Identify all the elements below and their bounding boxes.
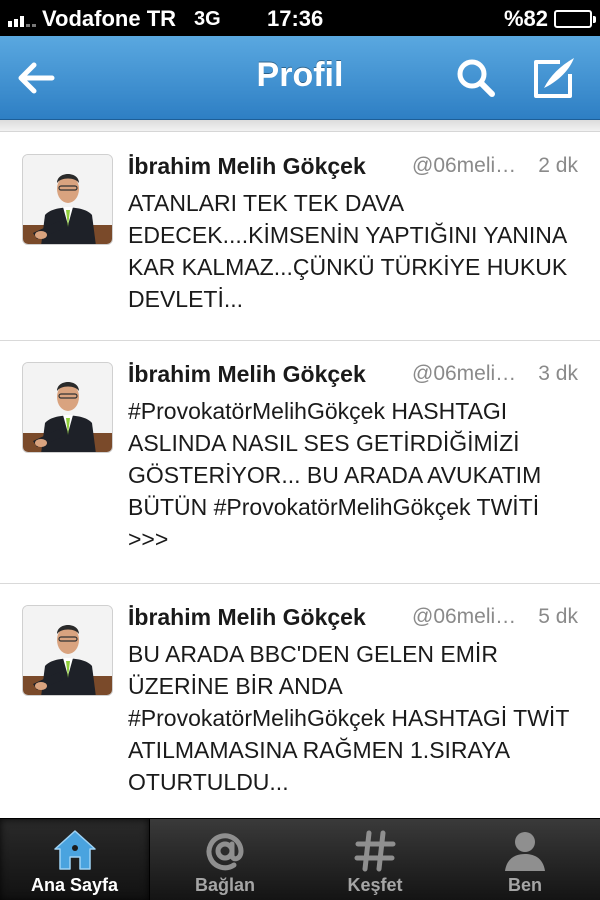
tweet-header: İbrahim Melih Gökçek @06meli… 3 dk <box>128 361 578 391</box>
author-name[interactable]: İbrahim Melih Gökçek <box>128 153 366 180</box>
tweet-header: İbrahim Melih Gökçek @06meli… 5 dk <box>128 604 578 634</box>
tab-discover[interactable]: Keşfet <box>300 819 450 900</box>
tweet-item[interactable]: İbrahim Melih Gökçek @06meli… 5 dk BU AR… <box>0 584 600 820</box>
tab-me[interactable]: Ben <box>450 819 600 900</box>
author-handle: @06meli… <box>412 362 517 385</box>
battery-percent: %82 <box>503 6 548 31</box>
hashtag-icon <box>351 827 399 875</box>
status-left: Vodafone TR 3G <box>8 6 221 32</box>
status-time: 17:36 <box>267 6 324 31</box>
network-type: 3G <box>194 7 221 30</box>
signal-strength-icon <box>8 11 38 27</box>
author-name[interactable]: İbrahim Melih Gökçek <box>128 604 366 631</box>
tweet-timestamp: 5 dk <box>538 605 578 628</box>
author-handle: @06meli… <box>412 605 517 628</box>
tweet-timestamp: 3 dk <box>538 362 578 385</box>
tab-label: Ben <box>507 875 542 895</box>
tab-connect[interactable]: Bağlan <box>150 819 300 900</box>
carrier-name: Vodafone TR <box>42 6 177 31</box>
avatar[interactable] <box>22 362 113 453</box>
tweet-text: #ProvokatörMelihGökçek HASHTAGI ASLINDA … <box>128 398 542 552</box>
header-divider <box>0 120 600 132</box>
search-icon[interactable] <box>452 54 500 102</box>
navigation-bar: Profil <box>0 36 600 120</box>
tweet-header: İbrahim Melih Gökçek @06meli… 2 dk <box>128 153 578 183</box>
author-name[interactable]: İbrahim Melih Gökçek <box>128 361 366 388</box>
person-icon <box>501 827 549 875</box>
status-right: %82 <box>503 6 596 32</box>
tab-bar: Ana Sayfa Bağlan Keşfet Ben <box>0 818 600 900</box>
tab-label: Ana Sayfa <box>30 875 119 895</box>
avatar[interactable] <box>22 605 113 696</box>
tab-home[interactable]: Ana Sayfa <box>0 819 150 900</box>
page-title: Profil <box>256 56 344 94</box>
at-icon <box>201 827 249 875</box>
avatar[interactable] <box>22 154 113 245</box>
tweet-text: BU ARADA BBC'DEN GELEN EMİR ÜZERİNE BİR … <box>128 641 569 795</box>
tweet-item[interactable]: İbrahim Melih Gökçek @06meli… 3 dk #Prov… <box>0 341 600 584</box>
tab-label: Bağlan <box>194 875 255 895</box>
author-handle: @06meli… <box>412 154 517 177</box>
status-bar: Vodafone TR 3G 17:36 %82 <box>0 0 600 36</box>
tweet-text: ATANLARI TEK TEK DAVA EDECEK....KİMSENİN… <box>128 190 568 312</box>
battery-icon <box>554 10 596 28</box>
home-icon <box>51 827 99 875</box>
tab-label: Keşfet <box>347 875 403 895</box>
compose-icon[interactable] <box>530 54 578 102</box>
tweet-timestamp: 2 dk <box>538 154 578 177</box>
tweet-item[interactable]: İbrahim Melih Gökçek @06meli… 2 dk ATANL… <box>0 133 600 341</box>
